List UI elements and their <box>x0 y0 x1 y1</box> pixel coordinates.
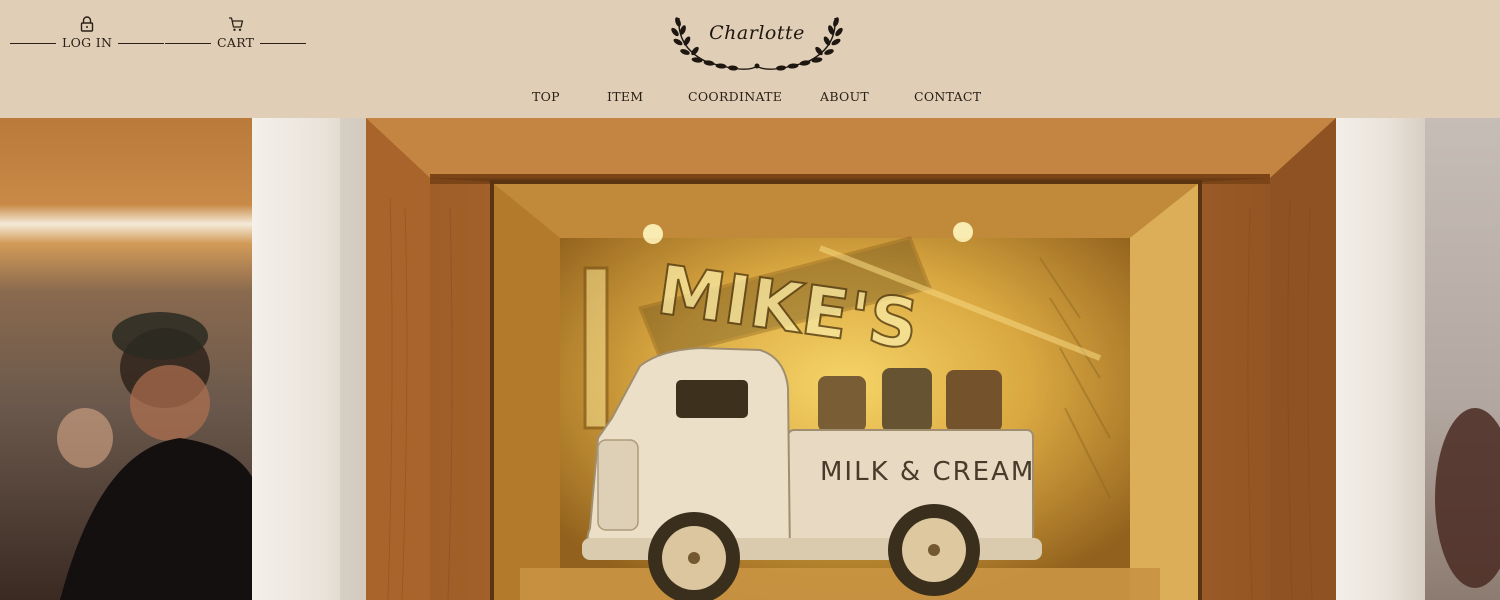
login-link[interactable]: LOG IN <box>10 16 165 50</box>
cart-icon <box>228 17 243 31</box>
login-label: LOG IN <box>62 35 113 50</box>
brand-name: Charlotte <box>709 22 805 44</box>
site-header: LOG IN CART Charlotte TOP ITEM COORDINAT… <box>0 0 1500 118</box>
nav-top[interactable]: TOP <box>532 89 560 104</box>
divider-line <box>10 42 56 44</box>
divider-line <box>118 42 165 44</box>
nav-contact[interactable]: CONTACT <box>914 89 981 104</box>
nav-coordinate[interactable]: COORDINATE <box>688 89 782 104</box>
nav-item[interactable]: ITEM <box>607 89 643 104</box>
brand-logo[interactable]: Charlotte <box>667 8 847 74</box>
main-nav: TOP ITEM COORDINATE ABOUT CONTACT <box>0 89 1500 107</box>
divider-line <box>165 42 211 44</box>
hero-photo: MIKE'S MILK & CREAM <box>0 118 1500 600</box>
lock-icon <box>80 16 94 32</box>
hero-image: MIKE'S MILK & CREAM <box>0 118 1500 600</box>
cart-link[interactable]: CART <box>165 16 307 50</box>
nav-about[interactable]: ABOUT <box>820 89 869 104</box>
cart-label: CART <box>217 35 255 50</box>
divider-line <box>260 42 307 44</box>
